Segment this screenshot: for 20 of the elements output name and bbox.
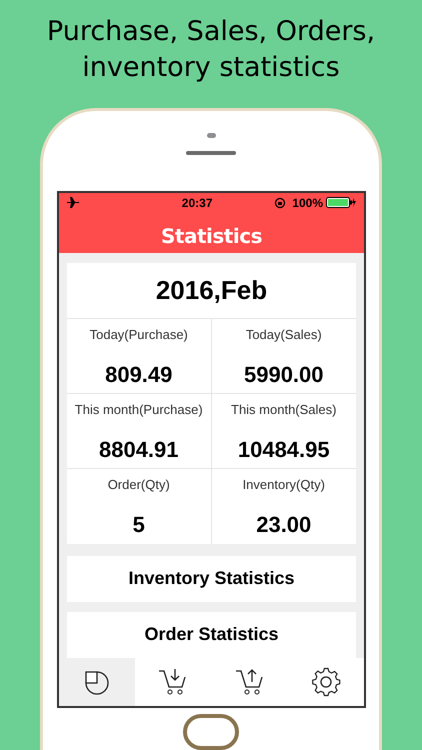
stat-label: Order(Qty): [108, 476, 170, 494]
stat-label: Today(Purchase): [90, 326, 188, 344]
stat-value: 23.00: [256, 511, 312, 540]
headline: inventory statistics: [82, 51, 340, 85]
stat-value: 809.49: [105, 361, 172, 390]
stat-label: Today(Sales): [246, 326, 322, 344]
stat-label: This month(Sales): [231, 400, 336, 419]
headline: Purchase, Sales, Orders,: [46, 15, 376, 49]
stat-value: 10484.95: [238, 436, 330, 464]
stat-value: 5: [132, 511, 145, 540]
battery-percent: 100%: [292, 194, 323, 212]
period-title: 2016,Feb: [156, 274, 268, 307]
status-time: 20:37: [180, 194, 212, 212]
screen-title: Statistics: [161, 222, 262, 250]
statistics-button[interactable]: Inventory Statistics: [67, 556, 356, 602]
stat-value: 5990.00: [244, 361, 324, 390]
statistics-button[interactable]: Order Statistics: [67, 612, 356, 658]
stat-value: 8804.91: [98, 436, 179, 464]
stat-label: This month(Purchase): [74, 400, 203, 419]
stat-label: Inventory(Qty): [242, 476, 325, 494]
